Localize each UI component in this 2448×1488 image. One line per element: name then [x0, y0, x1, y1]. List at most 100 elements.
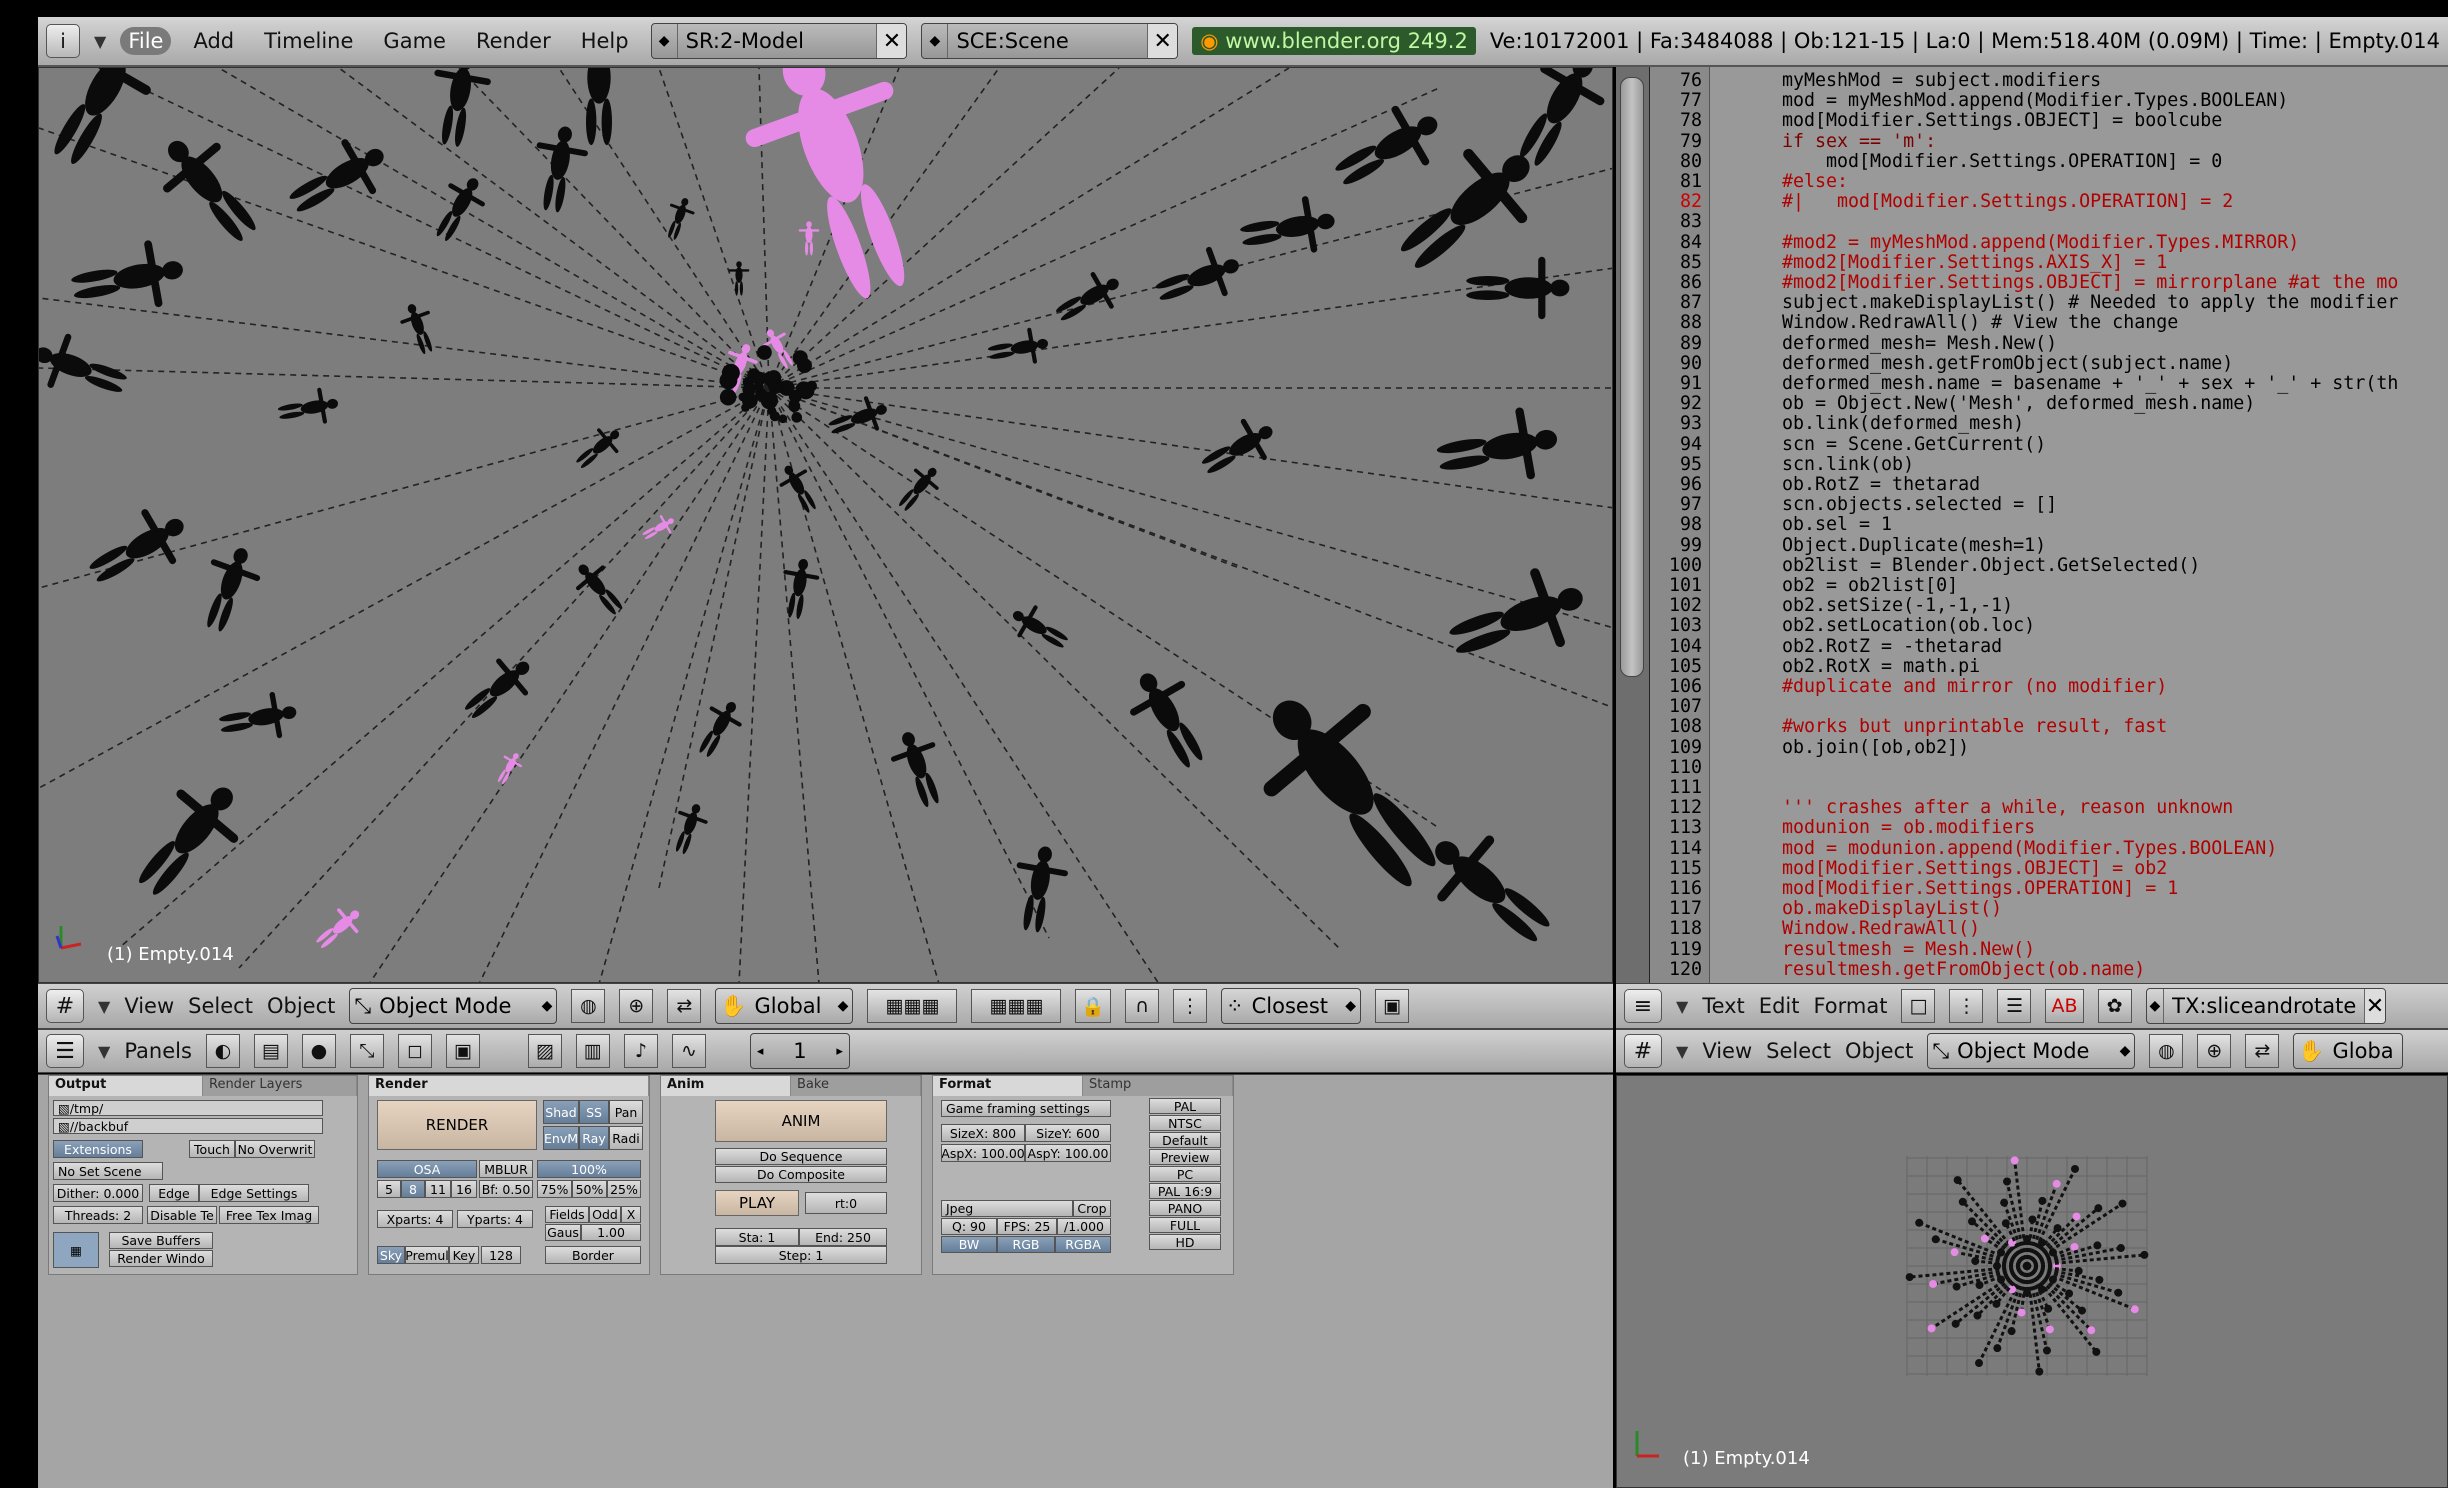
save-buffers-button[interactable]: Save Buffers [109, 1232, 213, 1249]
threads-field[interactable]: Threads: 2 [53, 1206, 143, 1224]
do-composite-button[interactable]: Do Composite [715, 1166, 887, 1183]
text-menu-edit[interactable]: Edit [1759, 994, 1800, 1018]
backbuf-path-field[interactable]: ▧ //backbuf [53, 1118, 323, 1134]
file-format-selector[interactable]: Jpeg [941, 1200, 1073, 1217]
code-line[interactable]: myMeshMod = subject.modifiers [1782, 71, 2101, 91]
osa-11-button[interactable]: 11 [425, 1180, 451, 1198]
screen-name[interactable]: SR:2-Model [678, 29, 877, 53]
gauss-value-field[interactable]: 1.00 [581, 1224, 641, 1241]
right-menu-object[interactable]: Object [1845, 1039, 1913, 1063]
do-sequence-button[interactable]: Do Sequence [715, 1148, 887, 1165]
right-orientation-selector[interactable]: ✋ Globa [2293, 1033, 2403, 1069]
world-buttons-icon[interactable]: ∿ [672, 1034, 706, 1068]
panels-label[interactable]: Panels [124, 1039, 192, 1063]
viewport-menu-object[interactable]: Object [267, 994, 335, 1018]
screen-selector[interactable]: ◆ SR:2-Model ✕ [651, 23, 908, 59]
scene-context-icon[interactable]: ▣ [446, 1034, 480, 1068]
play-button[interactable]: PLAY [715, 1190, 799, 1216]
render-button[interactable]: RENDER [377, 1100, 537, 1150]
shadow-toggle[interactable]: Shad [543, 1100, 579, 1124]
fullscreen-icon[interactable]: □ [1901, 989, 1935, 1023]
tab-bake[interactable]: Bake [791, 1076, 921, 1096]
envmap-toggle[interactable]: EnvM [543, 1126, 579, 1150]
code-line[interactable]: deformed_mesh.getFromObject(subject.name… [1782, 354, 2233, 374]
start-frame-field[interactable]: Sta: 1 [715, 1228, 799, 1246]
snap-magnet-icon[interactable]: ∩ [1125, 989, 1159, 1023]
line-numbers-icon[interactable]: ⋮ [1949, 989, 1983, 1023]
code-line[interactable]: resultmesh = Mesh.New() [1782, 940, 2035, 960]
code-line[interactable]: ob2.setLocation(ob.loc) [1782, 616, 2035, 636]
code-line[interactable]: Object.Duplicate(mesh=1) [1782, 536, 2046, 556]
right-manipulator-icon[interactable]: ⇄ [2245, 1034, 2279, 1068]
right-pivot-icon[interactable]: ⊕ [2197, 1034, 2231, 1068]
menu-add[interactable]: Add [185, 27, 242, 55]
radio-toggle[interactable]: Radi [609, 1126, 643, 1150]
bits-field[interactable]: 128 [481, 1246, 521, 1264]
text-block-name[interactable]: TX:sliceandrotate [2164, 994, 2364, 1018]
script-context-icon[interactable]: ▤ [254, 1034, 288, 1068]
header-collapse-icon[interactable]: ▼ [98, 997, 110, 1016]
layer-buttons-1[interactable]: ▦▦▦ [867, 989, 957, 1023]
code-line[interactable]: mod[Modifier.Settings.OBJECT] = boolcube [1782, 111, 2222, 131]
menu-help[interactable]: Help [573, 27, 637, 55]
format-preset-button[interactable]: HD [1149, 1234, 1221, 1250]
tab-stamp[interactable]: Stamp [1083, 1076, 1233, 1096]
text-block-close-icon[interactable]: ✕ [2364, 989, 2384, 1023]
code-line[interactable]: ob.sel = 1 [1782, 515, 1892, 535]
menu-game[interactable]: Game [375, 27, 454, 55]
step-field[interactable]: Step: 1 [715, 1246, 887, 1264]
editor-scroll-thumb[interactable] [1620, 77, 1644, 677]
code-line[interactable]: ob.join([ob,ob2]) [1782, 738, 1969, 758]
disable-tex-button[interactable]: Disable Te [147, 1206, 217, 1224]
draw-type-icon[interactable]: ◍ [571, 989, 605, 1023]
size-50-button[interactable]: 50% [572, 1180, 607, 1198]
quality-field[interactable]: Q: 90 [941, 1218, 997, 1235]
python-plugin-icon[interactable]: ✿ [2098, 989, 2132, 1023]
render-window-button[interactable]: Render Windo [109, 1250, 213, 1267]
aspy-field[interactable]: AspY: 100.00 [1025, 1144, 1111, 1162]
code-line[interactable]: ob2.RotZ = -thetarad [1782, 637, 2002, 657]
osa-5-button[interactable]: 5 [377, 1180, 401, 1198]
code-line[interactable]: mod[Modifier.Settings.OBJECT] = ob2 [1782, 859, 2167, 879]
tab-render-layers[interactable]: Render Layers [203, 1076, 357, 1096]
osa-toggle[interactable]: OSA [377, 1160, 477, 1178]
no-overwrite-button[interactable]: No Overwrit [235, 1140, 315, 1158]
rgb-button[interactable]: RGB [997, 1236, 1055, 1253]
right-menu-view[interactable]: View [1702, 1039, 1752, 1063]
no-set-scene-button[interactable]: No Set Scene [53, 1162, 163, 1180]
code-line[interactable]: ob2.setSize(-1,-1,-1) [1782, 596, 2013, 616]
code-line[interactable]: scn.objects.selected = [] [1782, 495, 2057, 515]
edge-button[interactable]: Edge [149, 1184, 199, 1202]
code-line[interactable]: deformed_mesh= Mesh.New() [1782, 334, 2057, 354]
code-line[interactable]: ''' crashes after a while, reason unknow… [1782, 798, 2233, 818]
text-menu-text[interactable]: Text [1702, 994, 1744, 1018]
menu-render[interactable]: Render [468, 27, 559, 55]
render-preview-icon[interactable]: ▣ [1375, 989, 1409, 1023]
editor-type-buttons-icon[interactable]: ☰ [46, 1034, 84, 1068]
bw-button[interactable]: BW [941, 1236, 997, 1253]
collapse-menu-icon[interactable]: ▼ [94, 32, 106, 51]
dither-field[interactable]: Dither: 0.000 [53, 1184, 143, 1202]
frame-prev-icon[interactable]: ◂ [757, 1044, 764, 1059]
x-toggle[interactable]: X [621, 1206, 641, 1223]
logic-context-icon[interactable]: ◐ [206, 1034, 240, 1068]
format-preset-button[interactable]: Default [1149, 1132, 1221, 1148]
main-3d-viewport[interactable]: (1) Empty.014 [38, 67, 1613, 983]
edge-settings-button[interactable]: Edge Settings [199, 1184, 309, 1202]
snap-element-icon[interactable]: ⋮ [1173, 989, 1207, 1023]
format-preset-button[interactable]: NTSC [1149, 1115, 1221, 1131]
scene-delete-icon[interactable]: ✕ [1147, 24, 1177, 58]
scene-selector[interactable]: ◆ SCE:Scene ✕ [921, 23, 1178, 59]
output-path-field[interactable]: ▧ /tmp/ [53, 1100, 323, 1116]
code-line[interactable]: #| mod[Modifier.Settings.OPERATION] = 2 [1782, 192, 2233, 212]
mode-selector[interactable]: ⤡ Object Mode ◆ [349, 988, 557, 1024]
tab-output[interactable]: Output [49, 1076, 203, 1096]
word-wrap-icon[interactable]: ☰ [1997, 989, 2031, 1023]
syntax-highlight-icon[interactable]: AB [2045, 989, 2083, 1023]
code-line[interactable]: Window.RedrawAll() [1782, 919, 1980, 939]
anim-button[interactable]: ANIM [715, 1100, 887, 1142]
code-line[interactable]: #mod2[Modifier.Settings.OBJECT] = mirror… [1782, 273, 2398, 293]
code-line[interactable]: mod = modunion.append(Modifier.Types.BOO… [1782, 839, 2277, 859]
code-line[interactable]: ob2list = Blender.Object.GetSelected() [1782, 556, 2200, 576]
pivot-icon[interactable]: ⊕ [619, 989, 653, 1023]
